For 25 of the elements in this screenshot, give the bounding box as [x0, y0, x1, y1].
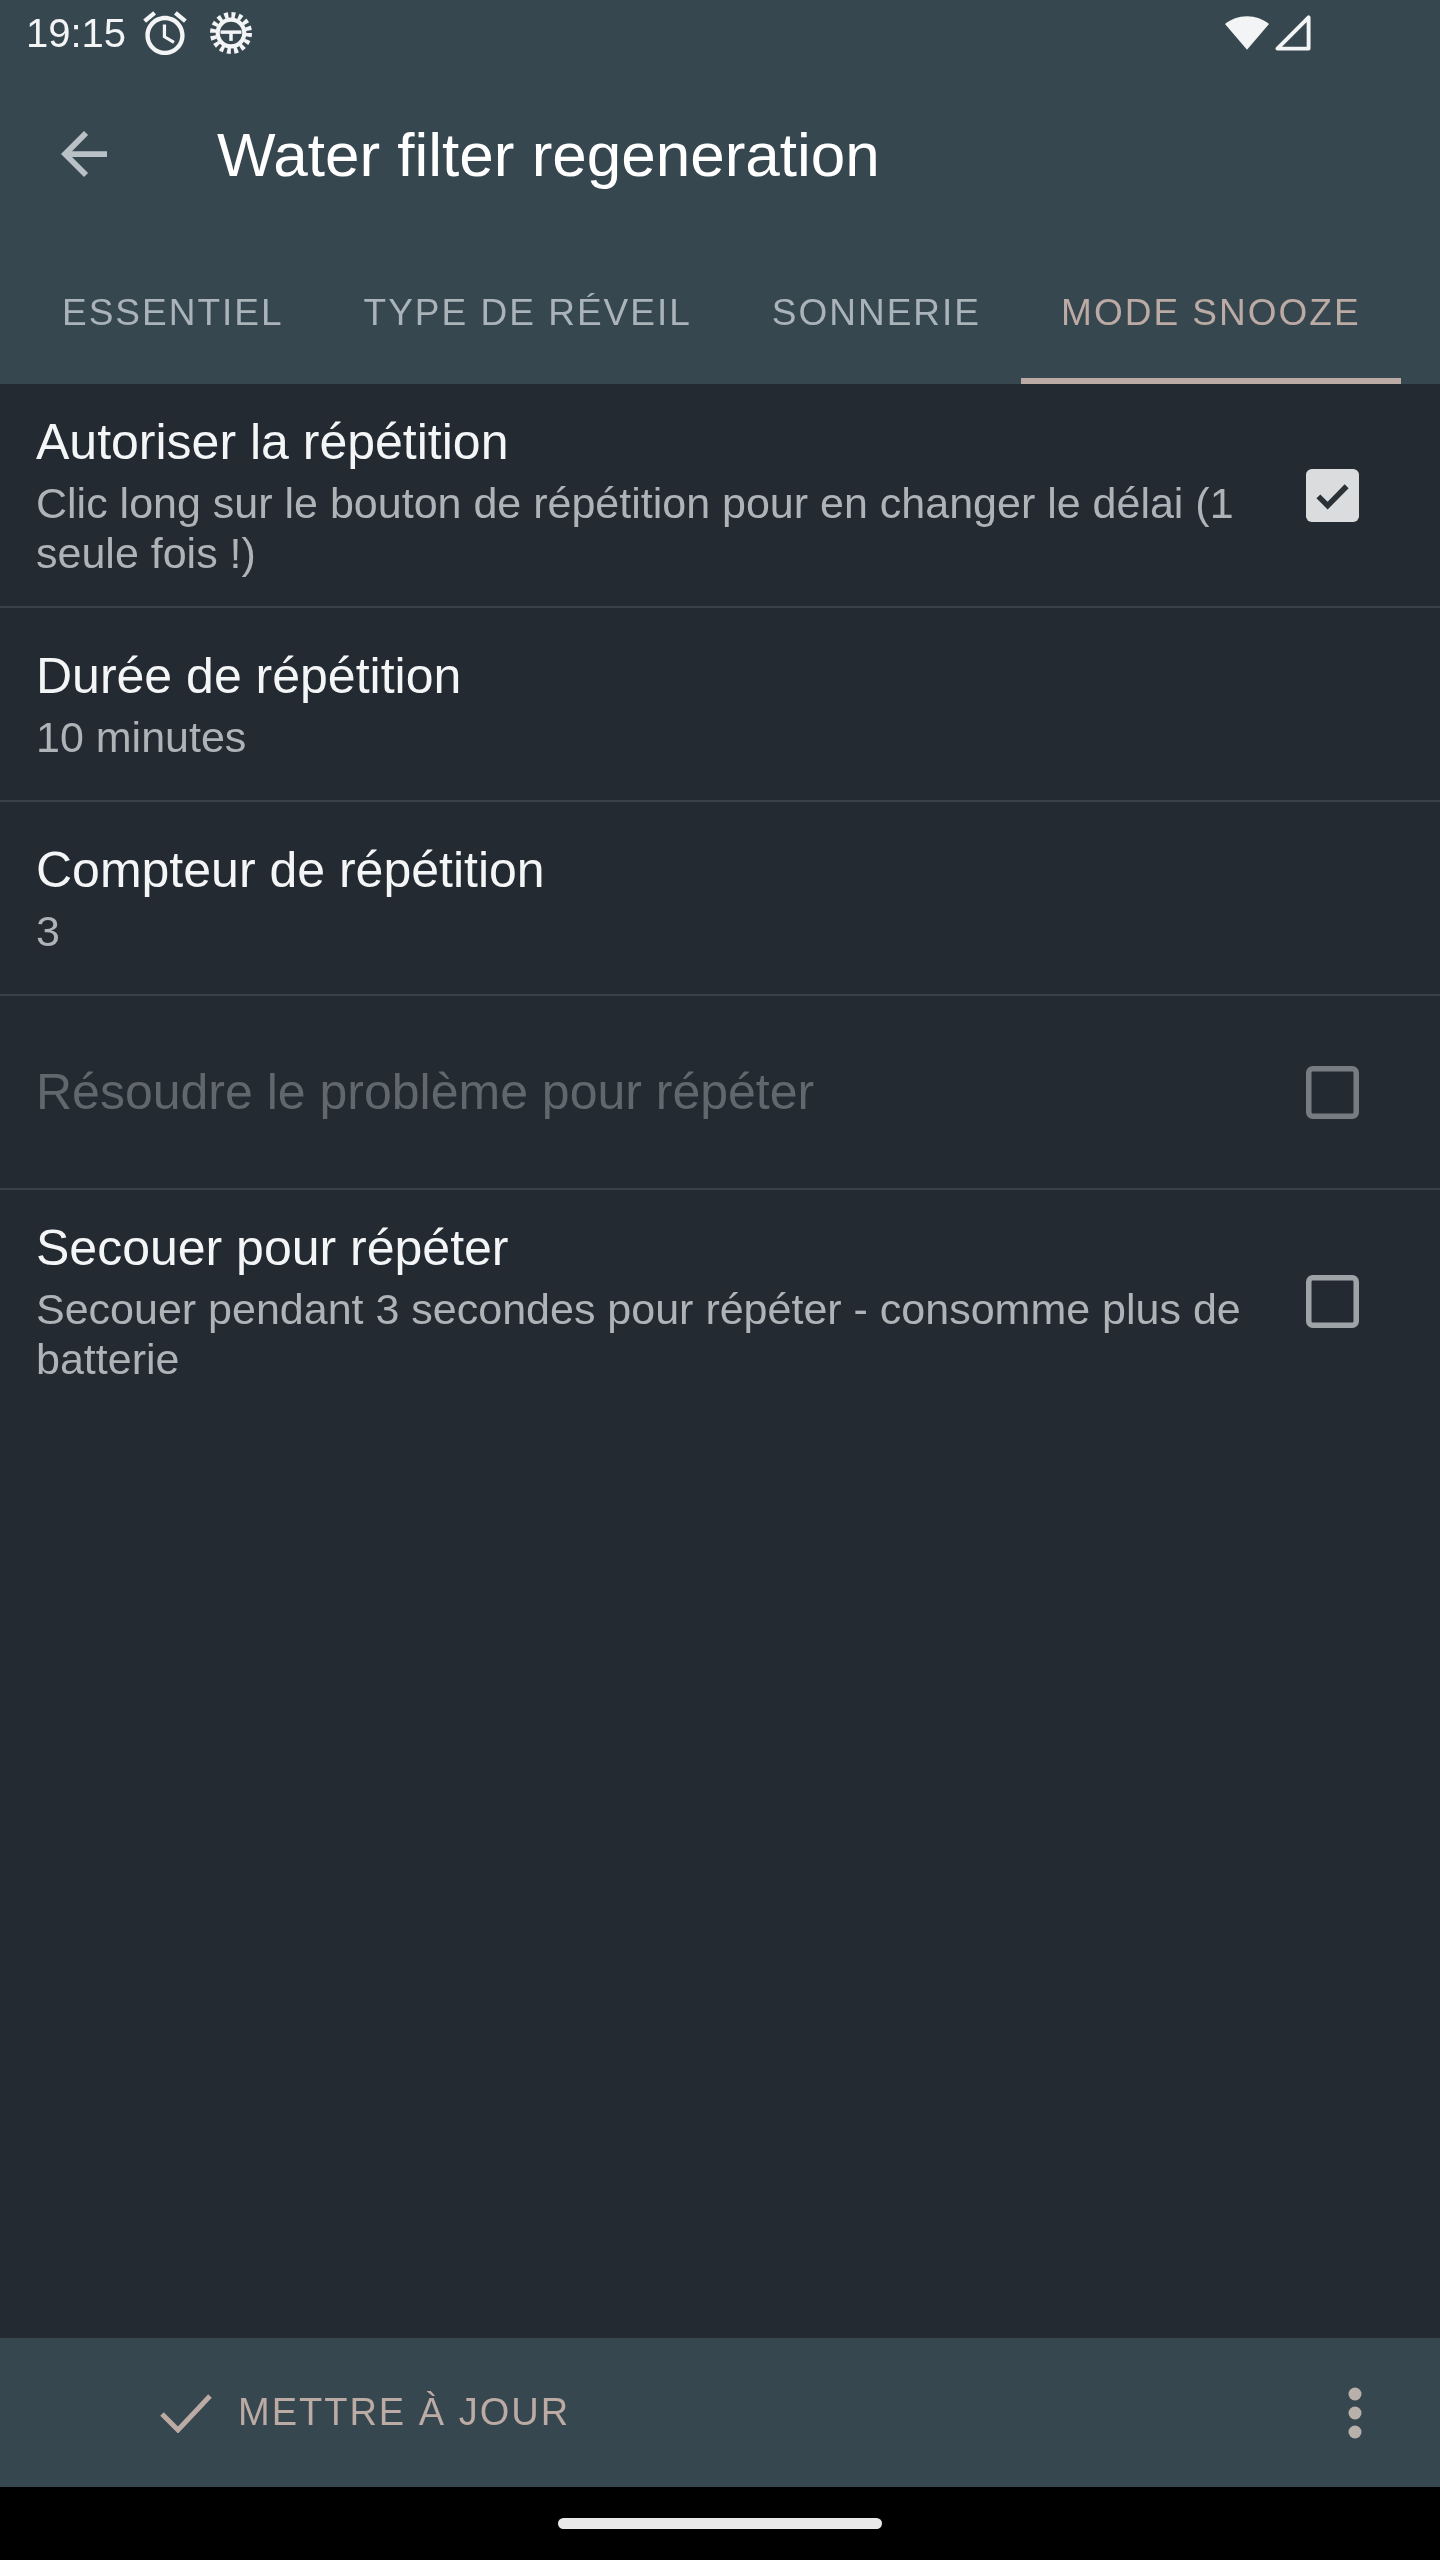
setting-title: Compteur de répétition	[36, 841, 546, 900]
setting-summary: Clic long sur le bouton de répétition pour en changer le délai (1 seule fois !)	[36, 478, 1235, 578]
wifi-icon	[1225, 16, 1269, 50]
setting-title: Secouer pour répéter	[36, 1219, 510, 1278]
back-arrow-icon[interactable]	[61, 131, 107, 177]
checkbox[interactable]	[1306, 468, 1359, 522]
setting-summary: 10 minutes	[36, 712, 248, 762]
tab[interactable]: ESSENTIEL	[22, 242, 324, 384]
setting-summary: 3	[36, 906, 61, 956]
gear-icon	[210, 12, 253, 54]
alarm-clock-icon	[143, 11, 188, 55]
signal-icon	[1275, 15, 1311, 51]
status-time: 19:15	[26, 13, 127, 53]
tab[interactable]: TYPE DE RÉVEIL	[323, 242, 732, 384]
update-button[interactable]: METTRE À JOUR	[136, 2338, 595, 2487]
setting-summary: Secouer pendant 3 secondes pour répéter - consomme plus de batterie	[36, 1284, 1242, 1384]
screen-title: Water filter regeneration	[217, 118, 880, 190]
setting-title: Autoriser la répétition	[36, 413, 510, 472]
checkbox[interactable]	[1306, 1274, 1359, 1328]
more-options-icon[interactable]	[1348, 2386, 1362, 2439]
setting-title: Durée de répétition	[36, 647, 463, 706]
check-icon	[160, 2392, 212, 2433]
tab[interactable]: MODE SNOOZE	[1021, 242, 1401, 384]
tab[interactable]: SONNERIE	[731, 242, 1022, 384]
setting-title: Résoudre le problème pour répéter	[36, 1063, 816, 1122]
